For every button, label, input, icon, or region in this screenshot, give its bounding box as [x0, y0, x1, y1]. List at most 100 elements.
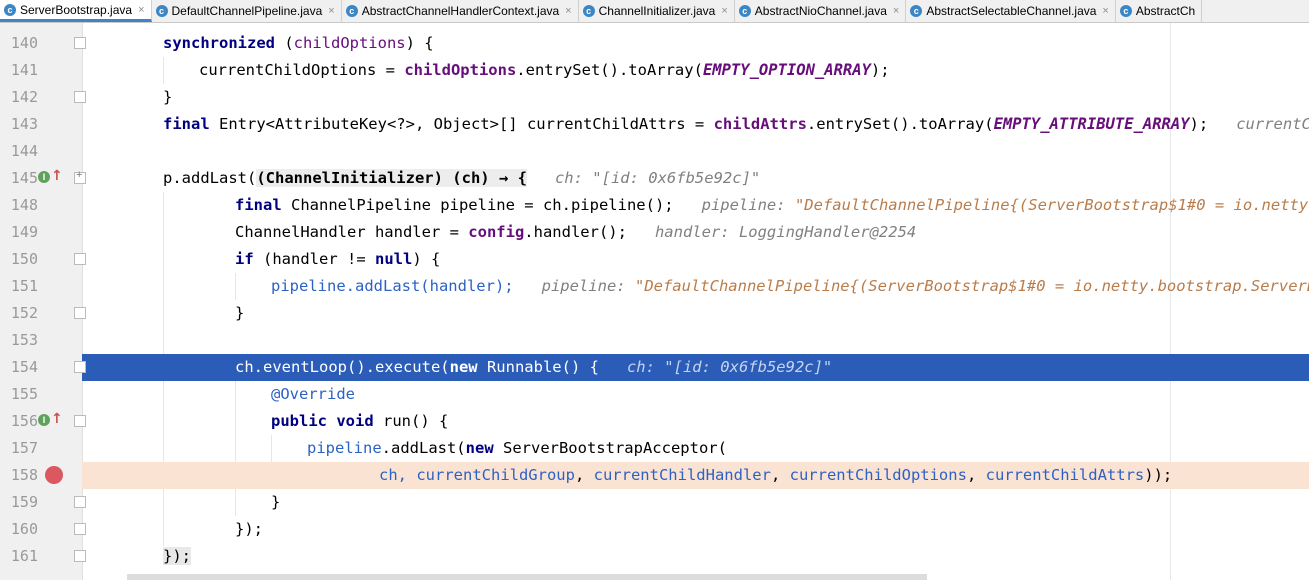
tab-label: DefaultChannelPipeline.java	[171, 4, 323, 18]
code-line-141[interactable]: 141 currentChildOptions = childOptions.e…	[0, 57, 1309, 84]
line-number: 148	[10, 196, 38, 214]
close-icon[interactable]: ×	[138, 4, 144, 16]
fold-marker[interactable]	[74, 550, 86, 562]
tab-abstract-channel-handler-context[interactable]: c AbstractChannelHandlerContext.java ×	[342, 0, 579, 22]
code-text: @Override	[271, 381, 355, 408]
class-icon: c	[582, 5, 595, 17]
code-segment: currentChildOptions =	[199, 61, 405, 79]
code-line-144[interactable]: 144	[0, 138, 1309, 165]
implements-method-icon[interactable]: I	[38, 171, 50, 183]
tab-server-bootstrap[interactable]: c ServerBootstrap.java ×	[0, 0, 152, 22]
fold-expand-marker[interactable]	[74, 169, 86, 184]
tab-channel-initializer[interactable]: c ChannelInitializer.java ×	[579, 0, 735, 22]
line-number: 157	[10, 439, 38, 457]
code-segment: (handler !=	[253, 250, 375, 268]
tab-default-channel-pipeline[interactable]: c DefaultChannelPipeline.java ×	[152, 0, 342, 22]
code-line-159[interactable]: 159 }	[0, 489, 1309, 516]
code-line-156[interactable]: 156 I ↑ public void run() {	[0, 408, 1309, 435]
code-line-161[interactable]: 161 });	[0, 543, 1309, 570]
code-line-148[interactable]: 148 final ChannelPipeline pipeline = ch.…	[0, 192, 1309, 219]
line-number: 153	[10, 331, 38, 349]
line-number: 141	[10, 61, 38, 79]
code-segment: pipeline.addLast(handler);	[271, 277, 514, 295]
code-text: ch.eventLoop().execute(new Runnable() { …	[235, 354, 832, 381]
code-text: pipeline.addLast(handler); pipeline: "De…	[271, 273, 1309, 300]
tab-abstract-selectable-channel[interactable]: c AbstractSelectableChannel.java ×	[906, 0, 1116, 22]
code-line-149[interactable]: 149 ChannelHandler handler = config.hand…	[0, 219, 1309, 246]
line-number: 155	[10, 385, 38, 403]
close-icon[interactable]: ×	[1102, 5, 1108, 17]
line-number: 145	[10, 169, 38, 187]
code-text: final Entry<AttributeKey<?>, Object>[] c…	[163, 111, 1309, 138]
tab-abstract-ch[interactable]: c AbstractCh	[1116, 0, 1203, 22]
keyword: if	[235, 250, 254, 268]
code-text: p.addLast((ChannelInitializer) (ch) → { …	[163, 165, 760, 192]
folded-lambda[interactable]: (ChannelInitializer) (ch) → {	[256, 169, 527, 187]
matched-brace: });	[163, 547, 191, 565]
code-text: ch, currentChildGroup, currentChildHandl…	[379, 462, 1172, 489]
implements-method-icon[interactable]: I	[38, 414, 50, 426]
breakpoint-icon[interactable]	[45, 466, 63, 484]
close-icon[interactable]: ×	[893, 5, 899, 17]
close-icon[interactable]: ×	[721, 5, 727, 17]
code-text: synchronized (childOptions) {	[163, 30, 434, 57]
code-text: }	[163, 88, 173, 106]
code-segment: run() {	[373, 412, 449, 430]
line-number: 143	[10, 115, 38, 133]
code-segment: ChannelPipeline pipeline = ch.pipeline()…	[281, 196, 674, 214]
code-text: }	[271, 493, 281, 511]
close-icon[interactable]: ×	[565, 5, 571, 17]
code-line-154[interactable]: 154 ch.eventLoop().execute(new Runnable(…	[0, 354, 1309, 381]
class-icon: c	[910, 5, 923, 17]
code-text: pipeline.addLast(new ServerBootstrapAcce…	[307, 435, 727, 462]
code-segment: ) {	[405, 34, 434, 52]
fold-marker[interactable]	[74, 253, 86, 265]
fold-marker[interactable]	[74, 91, 86, 103]
class-icon: c	[4, 3, 16, 16]
fold-marker[interactable]	[74, 37, 86, 49]
code-line-153[interactable]: 153	[0, 327, 1309, 354]
line-number: 160	[10, 520, 38, 538]
code-segment: ,	[770, 466, 790, 484]
line-number: 152	[10, 304, 38, 322]
line-number: 144	[10, 142, 38, 160]
code-line-140[interactable]: 140 synchronized (childOptions) {	[0, 30, 1309, 57]
class-icon: c	[345, 5, 358, 17]
code-line-152[interactable]: 152 }	[0, 300, 1309, 327]
tab-abstract-nio-channel[interactable]: c AbstractNioChannel.java ×	[735, 0, 907, 22]
fold-marker[interactable]	[74, 523, 86, 535]
code-segment: ch.eventLoop().execute(	[235, 358, 450, 376]
code-line-150[interactable]: 150 if (handler != null) {	[0, 246, 1309, 273]
code-line-151[interactable]: 151 pipeline.addLast(handler); pipeline:…	[0, 273, 1309, 300]
inline-debug-hint: ch: "[id: 0x6fb5e92c]"	[554, 169, 761, 187]
code-line-142[interactable]: 142 }	[0, 84, 1309, 111]
inline-debug-hint-label: pipeline:	[541, 277, 626, 295]
tab-label: AbstractChannelHandlerContext.java	[361, 4, 560, 18]
fold-marker[interactable]	[74, 415, 86, 427]
fold-marker[interactable]	[74, 496, 86, 508]
code-segment: (	[274, 34, 294, 52]
code-line-145[interactable]: 145 I ↑ p.addLast((ChannelInitializer) (…	[0, 165, 1309, 192]
horizontal-scrollbar[interactable]	[127, 574, 927, 580]
code-segment: );	[870, 61, 890, 79]
inline-debug-hint: currentCh	[1236, 115, 1309, 133]
code-segment: ServerBootstrapAcceptor(	[493, 439, 727, 457]
code-line-160[interactable]: 160 });	[0, 516, 1309, 543]
override-arrow-icon[interactable]: ↑	[51, 411, 63, 427]
fold-marker[interactable]	[74, 361, 86, 373]
code-segment: ));	[1144, 466, 1173, 484]
code-segment: .entrySet().toArray(	[806, 115, 994, 133]
code-line-155[interactable]: 155 @Override	[0, 381, 1309, 408]
constant-ref: EMPTY_ATTRIBUTE_ARRAY	[993, 115, 1190, 133]
close-icon[interactable]: ×	[328, 5, 334, 17]
override-arrow-icon[interactable]: ↑	[51, 168, 63, 184]
variable-ref: currentChildAttrs	[985, 466, 1145, 484]
keyword: null	[375, 250, 413, 268]
line-number: 154	[10, 358, 38, 376]
line-number: 142	[10, 88, 38, 106]
code-segment: .addLast(	[381, 439, 466, 457]
code-line-157[interactable]: 157 pipeline.addLast(new ServerBootstrap…	[0, 435, 1309, 462]
code-line-158[interactable]: 158 ch, currentChildGroup, currentChildH…	[0, 462, 1309, 489]
code-line-143[interactable]: 143 final Entry<AttributeKey<?>, Object>…	[0, 111, 1309, 138]
fold-marker[interactable]	[74, 307, 86, 319]
